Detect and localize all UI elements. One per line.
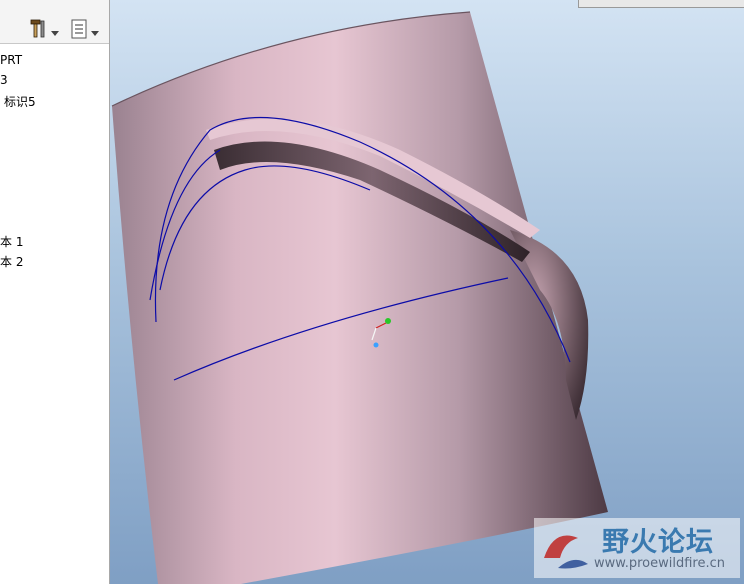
watermark-title: 野火论坛 — [602, 527, 714, 558]
chevron-down-icon[interactable] — [91, 22, 99, 41]
watermark-url: www.proewildfire.cn — [594, 556, 725, 571]
cylinder-body — [112, 12, 608, 584]
tree-item-id5[interactable]: 标识5 — [4, 93, 36, 110]
tree-item-part[interactable]: PRT — [0, 53, 22, 67]
model-tree-toolbar — [0, 0, 109, 45]
forum-logo-icon — [534, 518, 596, 578]
chevron-down-icon[interactable] — [51, 22, 59, 41]
tools-icon — [28, 18, 48, 44]
settings-button[interactable] — [70, 17, 99, 45]
forum-watermark: 野火论坛 www.proewildfire.cn — [534, 518, 740, 580]
tools-button[interactable] — [28, 17, 59, 45]
graphics-viewport[interactable] — [110, 0, 744, 584]
model-view[interactable] — [110, 0, 744, 584]
tree-item-copy-1[interactable]: 本 1 — [0, 233, 23, 250]
tree-item-3[interactable]: 3 — [0, 73, 8, 87]
tree-item-copy-2[interactable]: 本 2 — [0, 253, 23, 270]
view-toolbar[interactable] — [578, 0, 744, 8]
settings-list-icon — [70, 19, 88, 43]
model-tree-panel: PRT 3 标识5 本 1 本 2 — [0, 0, 110, 584]
